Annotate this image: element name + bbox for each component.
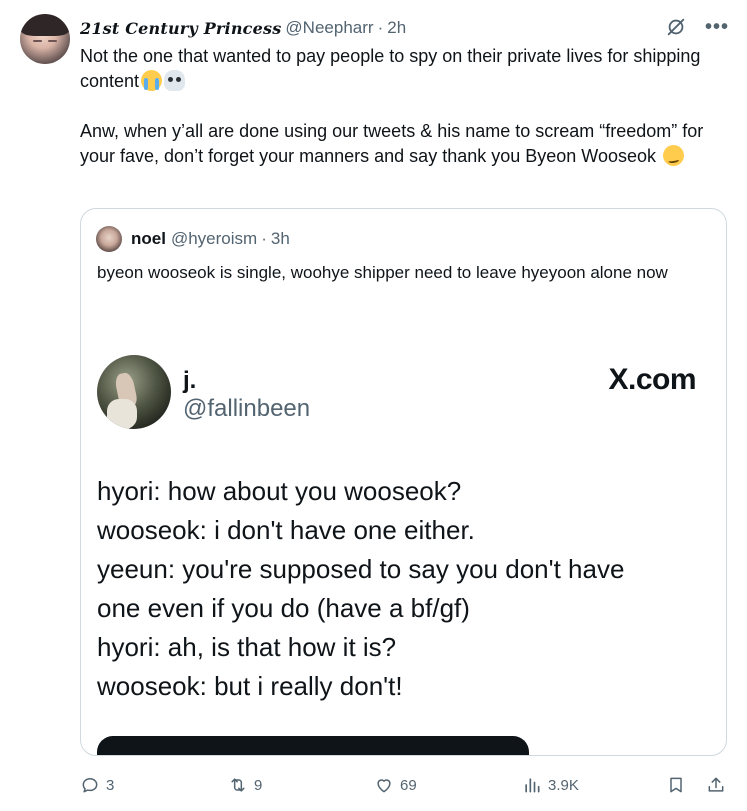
smirking-face-emoji-icon [663,145,685,166]
avatar-hair [20,14,70,36]
share-button[interactable] [706,770,726,800]
media-dark-bar [97,736,529,755]
quoted-tweet-timestamp[interactable]: 3h [271,229,290,249]
bookmark-icon [670,777,682,793]
separator-dot: · [377,18,384,37]
quoted-author-avatar[interactable] [96,226,122,252]
crying-face-emoji-icon [141,70,163,91]
media-user-handle: @fallinbeen [183,395,311,422]
media-text-line: yeeun: you're supposed to say you don't … [97,554,625,584]
views-button[interactable]: 3.9K [522,770,579,800]
media-user-name: j. [183,367,197,394]
quoted-tweet-header: noel @hyeroism · 3h [131,229,290,249]
media-avatar-sleeve [107,399,137,429]
repost-count: 9 [254,776,263,794]
reply-icon [82,778,98,793]
views-count: 3.9K [548,776,579,794]
author-handle[interactable]: @Neepharr [285,18,373,38]
skull-emoji-icon [164,70,186,91]
more-options-icon[interactable]: ••• [705,17,729,37]
views-chart-icon [525,778,540,793]
grok-icon[interactable] [665,16,687,38]
quoted-author-handle[interactable]: @hyeroism [171,229,257,249]
like-count: 69 [400,776,417,794]
like-button[interactable]: 69 [374,770,417,800]
avatar-eye [33,40,42,42]
quoted-author-name[interactable]: noel [131,229,166,249]
media-text-line: hyori: how about you wooseok? [97,476,462,506]
media-text-line: hyori: ah, is that how it is? [97,632,397,662]
author-display-name[interactable]: 21st Century Princess [80,19,281,38]
share-icon [708,777,724,792]
tweet-action-bar: 3 9 69 3.9K [80,770,730,800]
quoted-tweet-text: byeon wooseok is single, woohye shipper … [97,263,668,282]
separator-dot: · [261,229,267,248]
quoted-tweet[interactable]: noel @hyeroism · 3h byeon wooseok is sin… [80,208,727,756]
media-text-line: one even if you do (have a bf/gf) [97,593,470,623]
media-text-line: wooseok: i don't have one either. [97,515,475,545]
repost-icon [231,778,245,792]
reply-button[interactable]: 3 [80,770,114,800]
bookmark-button[interactable] [666,770,686,800]
media-avatar [97,355,171,429]
tweet-text: Not the one that wanted to pay people to… [80,44,730,169]
tweet-header: 21st Century Princess @Neepharr · 2h [80,17,406,39]
heart-icon [377,779,391,793]
tweet-top-actions: ••• [665,16,729,38]
author-avatar[interactable] [20,14,70,64]
media-brand-logo: X.com [608,363,696,396]
reply-count: 3 [106,776,115,794]
avatar-eye [48,40,57,42]
tweet-timestamp[interactable]: 2h [387,18,406,38]
repost-button[interactable]: 9 [228,770,262,800]
media-text-line: wooseok: but i really don't! [97,671,403,701]
tweet-paragraph-2: Anw, when y’all are done using our tweet… [80,121,704,166]
media-text-block: hyori: how about you wooseok? wooseok: i… [97,472,717,706]
